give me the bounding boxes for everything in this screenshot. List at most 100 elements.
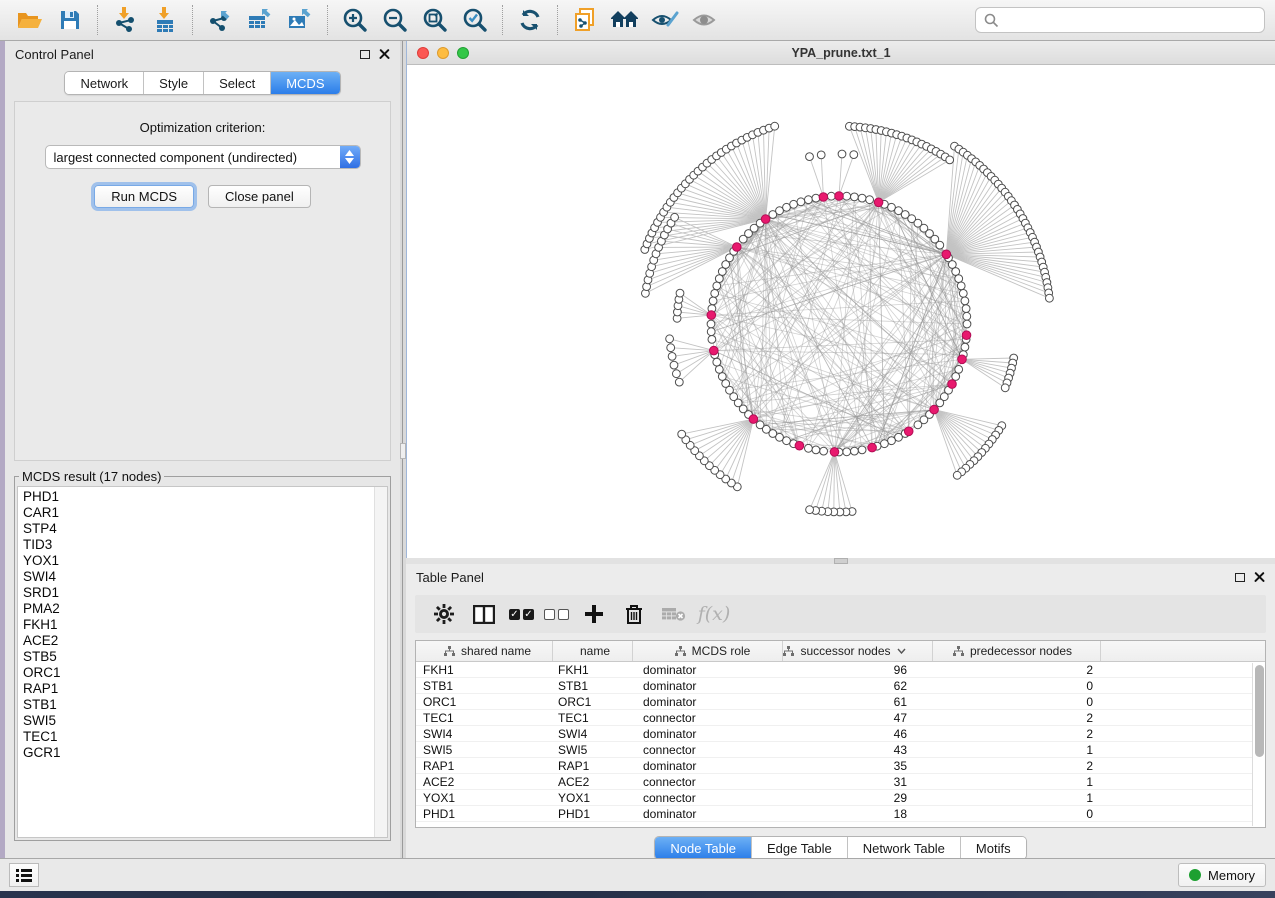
mcds-node-item[interactable]: YOX1: [23, 553, 387, 569]
select-all-columns-button[interactable]: ✓ ✓: [509, 609, 534, 620]
import-table-button[interactable]: [145, 3, 185, 37]
first-neighbors-button[interactable]: [605, 3, 645, 37]
mcds-node-item[interactable]: SWI4: [23, 569, 387, 585]
zoom-selected-button[interactable]: [455, 3, 495, 37]
column-header-successor-nodes[interactable]: successor nodes: [783, 641, 933, 661]
mcds-node-item[interactable]: ORC1: [23, 665, 387, 681]
table-toolbar: ✓ ✓: [415, 595, 1266, 633]
mcds-node-item[interactable]: ACE2: [23, 633, 387, 649]
gear-icon: [434, 604, 454, 624]
import-network-button[interactable]: [105, 3, 145, 37]
hide-selected-button[interactable]: [645, 3, 685, 37]
search-input[interactable]: [1005, 13, 1256, 28]
memory-button[interactable]: Memory: [1178, 863, 1266, 887]
criterion-select[interactable]: largest connected component (undirected): [45, 145, 361, 169]
table-row[interactable]: RAP1RAP1dominator352: [416, 758, 1265, 774]
memory-label: Memory: [1208, 868, 1255, 883]
zoom-fit-button[interactable]: [415, 3, 455, 37]
tab-style[interactable]: Style: [144, 72, 204, 94]
trash-icon: [625, 604, 643, 624]
table-settings-button[interactable]: [429, 599, 459, 629]
export-network-button[interactable]: [200, 3, 240, 37]
column-header-MCDS-role[interactable]: MCDS role: [633, 641, 783, 661]
column-tree-icon: [783, 646, 794, 657]
unselect-all-columns-button[interactable]: [544, 609, 569, 620]
tab-select[interactable]: Select: [204, 72, 271, 94]
column-header-name[interactable]: name: [553, 641, 633, 661]
show-column-panel-button[interactable]: [469, 599, 499, 629]
apply-layout-button[interactable]: [510, 3, 550, 37]
toolbar-separator: [192, 5, 193, 35]
task-history-button[interactable]: [9, 863, 39, 887]
mcds-node-item[interactable]: TID3: [23, 537, 387, 553]
zoom-fit-icon: [422, 7, 448, 33]
plus-icon: [585, 605, 603, 623]
mcds-node-item[interactable]: GCR1: [23, 745, 387, 761]
table-row[interactable]: ORC1ORC1dominator610: [416, 694, 1265, 710]
tab-network[interactable]: Network: [65, 72, 144, 94]
column-header-shared-name[interactable]: shared name: [416, 641, 553, 661]
table-row[interactable]: YOX1YOX1connector291: [416, 790, 1265, 806]
column-tree-icon: [675, 646, 686, 657]
table-row[interactable]: STB1STB1dominator620: [416, 678, 1265, 694]
add-column-button[interactable]: [579, 599, 609, 629]
mcds-node-item[interactable]: PHD1: [23, 489, 387, 505]
mcds-result-list[interactable]: PHD1CAR1STP4TID3YOX1SWI4SRD1PMA2FKH1ACE2…: [17, 486, 388, 838]
zoom-in-button[interactable]: [335, 3, 375, 37]
delete-column-button[interactable]: [619, 599, 649, 629]
function-builder-button[interactable]: f(x): [699, 599, 729, 629]
mcds-node-item[interactable]: FKH1: [23, 617, 387, 633]
cell-mcds_role: dominator: [633, 727, 783, 741]
float-panel-icon[interactable]: [360, 50, 370, 59]
mcds-node-item[interactable]: STB1: [23, 697, 387, 713]
clone-network-button[interactable]: [565, 3, 605, 37]
cell-shared_name: ORC1: [416, 695, 553, 709]
table-row[interactable]: SWI5SWI5connector431: [416, 742, 1265, 758]
float-panel-icon[interactable]: [1235, 573, 1245, 582]
table-row[interactable]: TEC1TEC1connector472: [416, 710, 1265, 726]
table-row[interactable]: ACE2ACE2connector311: [416, 774, 1265, 790]
tab-edge-table[interactable]: Edge Table: [752, 837, 848, 859]
mcds-node-item[interactable]: STP4: [23, 521, 387, 537]
search-box[interactable]: [975, 7, 1265, 33]
cell-name: STB1: [553, 679, 633, 693]
tab-node-table[interactable]: Node Table: [655, 837, 752, 859]
open-file-button[interactable]: [10, 3, 50, 37]
run-mcds-button[interactable]: Run MCDS: [94, 185, 194, 208]
table-row[interactable]: SWI4SWI4dominator462: [416, 726, 1265, 742]
tab-network-table[interactable]: Network Table: [848, 837, 961, 859]
column-header-predecessor-nodes[interactable]: predecessor nodes: [933, 641, 1101, 661]
tab-mcds[interactable]: MCDS: [271, 72, 339, 94]
show-all-button[interactable]: [685, 3, 725, 37]
table-scrollbar[interactable]: [1252, 663, 1265, 826]
zoom-out-button[interactable]: [375, 3, 415, 37]
mcds-node-item[interactable]: STB5: [23, 649, 387, 665]
table-body: FKH1FKH1dominator962STB1STB1dominator620…: [416, 662, 1265, 822]
close-panel-icon[interactable]: [1254, 572, 1265, 583]
mcds-node-item[interactable]: TEC1: [23, 729, 387, 745]
table-row[interactable]: PHD1PHD1dominator180: [416, 806, 1265, 822]
network-window-titlebar[interactable]: YPA_prune.txt_1: [407, 41, 1275, 65]
export-image-button[interactable]: [280, 3, 320, 37]
mcds-node-item[interactable]: RAP1: [23, 681, 387, 697]
cell-name: FKH1: [553, 663, 633, 677]
save-session-button[interactable]: [50, 3, 90, 37]
mcds-node-item[interactable]: SWI5: [23, 713, 387, 729]
table-scrollbar-thumb[interactable]: [1255, 665, 1264, 757]
close-panel-icon[interactable]: [379, 49, 390, 60]
network-graph[interactable]: [407, 65, 1274, 557]
mcds-list-scrollbar[interactable]: [374, 487, 387, 837]
cell-name: SWI5: [553, 743, 633, 757]
export-table-button[interactable]: [240, 3, 280, 37]
cell-successor_nodes: 61: [783, 695, 933, 709]
table-row[interactable]: FKH1FKH1dominator962: [416, 662, 1265, 678]
delete-table-button[interactable]: [659, 599, 689, 629]
mcds-node-item[interactable]: SRD1: [23, 585, 387, 601]
column-header-filler: [1101, 641, 1265, 661]
mcds-node-item[interactable]: CAR1: [23, 505, 387, 521]
mcds-node-item[interactable]: PMA2: [23, 601, 387, 617]
close-panel-button[interactable]: Close panel: [208, 185, 311, 208]
network-canvas[interactable]: [407, 65, 1275, 557]
tab-motifs[interactable]: Motifs: [961, 837, 1026, 859]
cell-name: RAP1: [553, 759, 633, 773]
